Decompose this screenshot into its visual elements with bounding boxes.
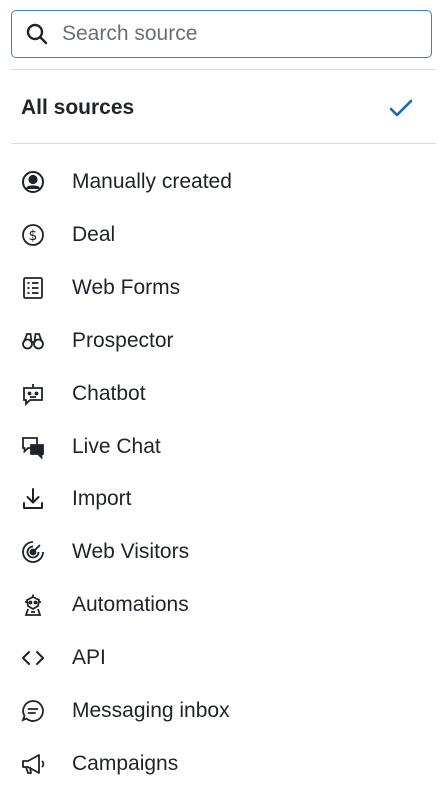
source-item-label: Web Visitors <box>72 540 190 564</box>
source-item-label: API <box>72 646 106 670</box>
megaphone-icon <box>20 751 46 777</box>
source-item-label: Campaigns <box>72 751 179 775</box>
all-sources-label: All sources <box>21 96 135 119</box>
search-box[interactable] <box>11 10 432 58</box>
source-item-label: Automations <box>72 593 189 617</box>
source-item-label: Prospector <box>72 328 174 352</box>
form-list-icon <box>20 275 46 301</box>
source-item-label: Chatbot <box>72 381 146 405</box>
source-item-deal[interactable]: $ Deal <box>0 209 446 262</box>
search-icon <box>24 21 50 47</box>
binoculars-icon <box>20 328 46 354</box>
svg-text:$: $ <box>29 228 38 244</box>
all-sources-option[interactable]: All sources <box>0 80 446 136</box>
message-bubble-icon <box>20 698 46 724</box>
source-item-label: Messaging inbox <box>72 698 230 722</box>
source-item-label: Web Forms <box>72 276 181 300</box>
source-item-label: Import <box>72 487 132 511</box>
divider <box>11 143 436 144</box>
download-icon <box>20 486 46 512</box>
radar-icon <box>20 539 46 565</box>
source-item-messaging-inbox[interactable]: Messaging inbox <box>0 684 446 737</box>
source-item-chatbot[interactable]: Chatbot <box>0 367 446 420</box>
chatbot-icon <box>20 381 46 407</box>
person-circle-icon <box>20 169 46 195</box>
source-list: Manually created $ Deal Web Forms Prospe… <box>0 156 446 790</box>
dollar-circle-icon: $ <box>20 222 46 248</box>
code-icon <box>20 645 46 671</box>
source-item-label: Live Chat <box>72 434 161 458</box>
divider <box>11 69 436 70</box>
source-item-automations[interactable]: Automations <box>0 579 446 632</box>
source-item-prospector[interactable]: Prospector <box>0 315 446 368</box>
search-input[interactable] <box>62 22 402 46</box>
source-item-import[interactable]: Import <box>0 473 446 526</box>
source-item-api[interactable]: API <box>0 632 446 685</box>
source-item-web-visitors[interactable]: Web Visitors <box>0 526 446 579</box>
source-item-manually-created[interactable]: Manually created <box>0 156 446 209</box>
checkmark-icon <box>389 99 413 117</box>
robot-icon <box>20 592 46 618</box>
source-item-label: Manually created <box>72 170 232 194</box>
source-item-web-forms[interactable]: Web Forms <box>0 262 446 315</box>
source-item-label: Deal <box>72 223 116 247</box>
live-chat-icon <box>20 434 46 460</box>
source-item-campaigns[interactable]: Campaigns <box>0 737 446 790</box>
source-item-live-chat[interactable]: Live Chat <box>0 420 446 473</box>
